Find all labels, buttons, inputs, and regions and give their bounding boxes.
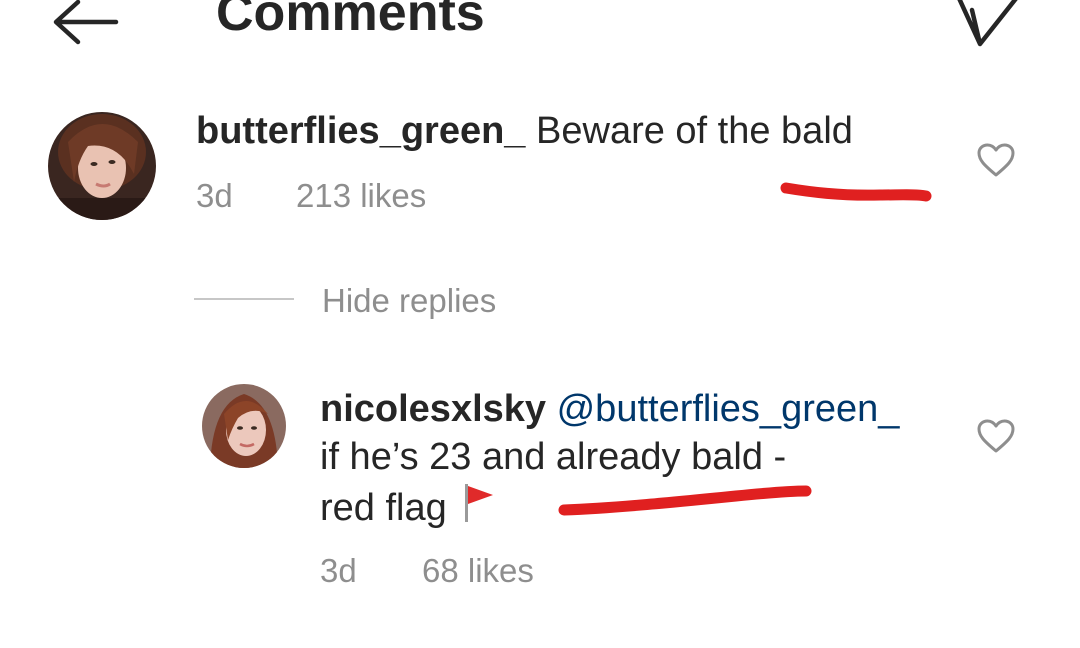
comment-body: Beware of the bald [536, 110, 853, 152]
comment-text: butterflies_green_ Beware of the bald [196, 108, 853, 154]
profile-photo [48, 112, 156, 220]
heart-outline-icon[interactable] [976, 418, 1016, 454]
paper-plane-icon[interactable] [952, 0, 1024, 48]
reply-time: 3d [320, 552, 357, 589]
reply-mention[interactable]: @butterflies_green_ [557, 388, 900, 430]
red-marker-underline [558, 485, 812, 516]
red-marker-underline [780, 182, 932, 202]
reply-text-line: if he’s 23 and already bald - [320, 436, 787, 478]
comment-likes[interactable]: 213 likes [296, 176, 426, 216]
heart-outline-icon[interactable] [976, 142, 1016, 178]
comment-time: 3d [196, 177, 233, 214]
reply-text-line: red flag [320, 482, 497, 531]
reply-text-line: nicolesxlsky @butterflies_green_ [320, 386, 899, 432]
hide-replies-button[interactable]: Hide replies [322, 281, 496, 321]
comment-username[interactable]: butterflies_green_ [196, 110, 525, 152]
back-arrow-icon[interactable] [50, 0, 120, 48]
page-title: Comments [216, 0, 485, 42]
reply-username[interactable]: nicolesxlsky [320, 388, 546, 430]
reply-likes[interactable]: 68 likes [422, 551, 534, 591]
reply-text-end: red flag [320, 487, 447, 529]
replies-divider [194, 298, 294, 300]
profile-photo [202, 384, 286, 468]
avatar[interactable] [202, 384, 286, 468]
avatar[interactable] [48, 112, 156, 220]
triangular-flag-icon [464, 484, 493, 522]
